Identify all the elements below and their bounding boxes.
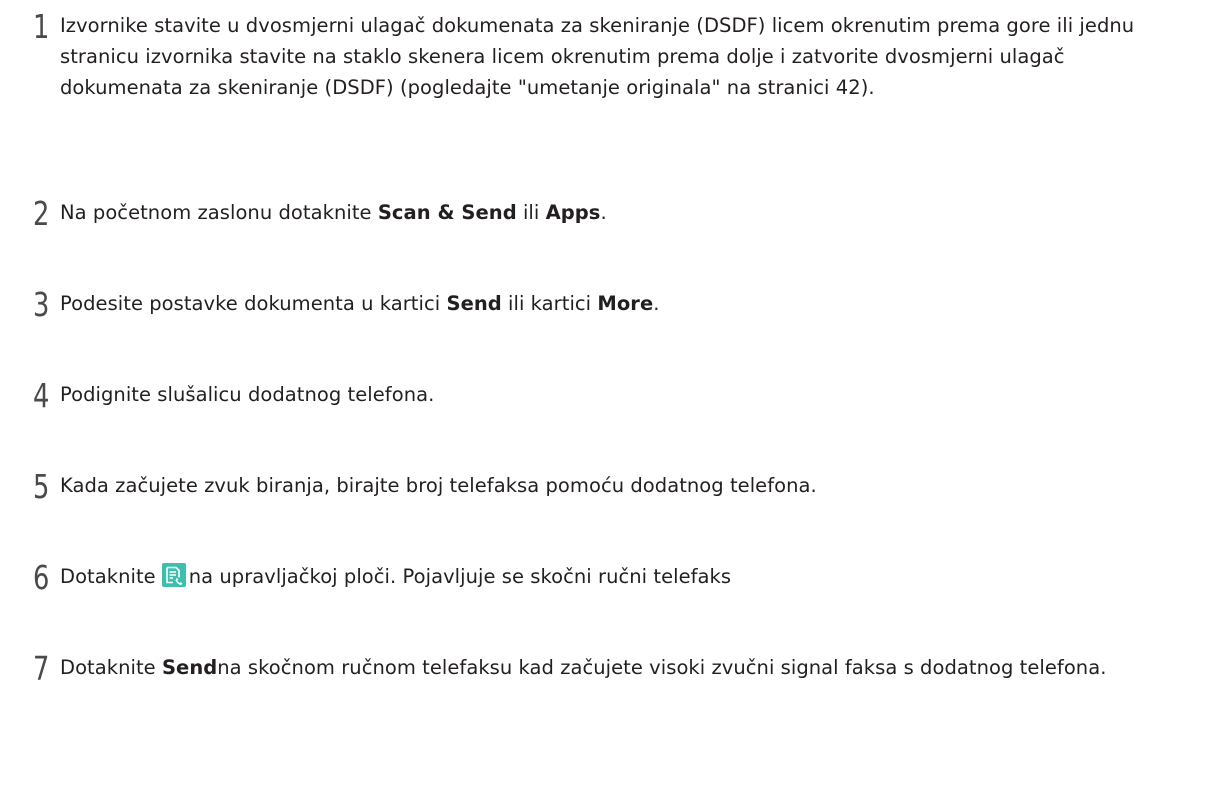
step-number: 4 (33, 376, 50, 415)
step-2: 2 Na početnom zaslonu dotaknite Scan & S… (33, 197, 1189, 230)
step-text-part: na upravljačkoj ploči. Pojavljuje se sko… (188, 565, 732, 588)
step-5: 5 Kada začujete zvuk biranja, birajte br… (33, 470, 1189, 503)
step-text: Na početnom zaslonu dotaknite Scan & Sen… (60, 197, 1189, 228)
step-text: Izvornike stavite u dvosmjerni ulagač do… (60, 14, 1135, 99)
step-number: 2 (33, 194, 50, 233)
send-label: Send (161, 656, 218, 679)
step-text-part: ili kartici (501, 292, 598, 315)
step-6: 6 Dotaknite na upravljačkoj ploči. Pojav… (33, 561, 1189, 594)
send-tab-label: Send (446, 292, 502, 315)
step-text-part: . (653, 292, 660, 315)
instruction-steps: 1 Izvornike stavite u dvosmjerni ulagač … (0, 0, 1209, 799)
step-text-part: . (600, 201, 607, 224)
step-text: Kada začujete zvuk biranja, birajte broj… (60, 474, 817, 497)
step-text: Dotaknite na upravljačkoj ploči. Pojavlj… (60, 561, 1189, 592)
step-4: 4 Podignite slušalicu dodatnog telefona. (33, 379, 1189, 412)
step-number: 5 (33, 467, 50, 506)
step-3: 3 Podesite postavke dokumenta u kartici … (33, 288, 1189, 321)
step-text-part: ili (516, 201, 546, 224)
step-text-part: Na početnom zaslonu dotaknite (60, 201, 378, 224)
step-number: 6 (33, 558, 50, 597)
step-7: 7 Dotaknite Sendna skočnom ručnom telefa… (33, 652, 1189, 685)
step-number: 3 (33, 285, 50, 324)
step-text-part: Podesite postavke dokumenta u kartici (60, 292, 447, 315)
step-number: 7 (33, 649, 50, 688)
step-1: 1 Izvornike stavite u dvosmjerni ulagač … (33, 10, 1189, 103)
step-text-part: Dotaknite (60, 656, 162, 679)
step-number: 1 (33, 7, 50, 46)
more-tab-label: More (597, 292, 654, 315)
step-text: Podesite postavke dokumenta u kartici Se… (60, 288, 1189, 319)
step-text: Dotaknite Sendna skočnom ručnom telefaks… (60, 652, 1189, 683)
step-text-part: na skočnom ručnom telefaksu kad začujete… (217, 656, 1107, 679)
step-text: Podignite slušalicu dodatnog telefona. (60, 383, 435, 406)
scan-send-label: Scan & Send (377, 201, 517, 224)
apps-label: Apps (545, 201, 601, 224)
step-text-part: Dotaknite (60, 565, 156, 588)
manual-fax-icon (161, 563, 186, 587)
